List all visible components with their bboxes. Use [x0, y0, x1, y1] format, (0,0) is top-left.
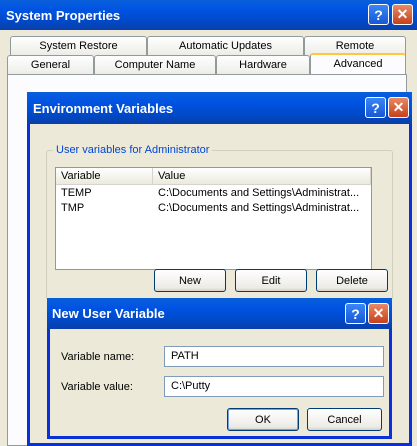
value-cell: C:\Documents and Settings\Administrat... [158, 202, 360, 214]
table-row[interactable]: TEMP C:\Documents and Settings\Administr… [56, 186, 371, 201]
variable-name-field[interactable]: PATH [164, 346, 384, 367]
user-variables-label: User variables for Administrator [53, 144, 213, 156]
user-variables-list[interactable]: Variable Value TEMP C:\Documents and Set… [55, 167, 372, 270]
column-header-variable[interactable]: Variable [56, 168, 153, 185]
system-properties-titlebar[interactable]: System Properties [0, 0, 417, 30]
system-properties-title: System Properties [6, 7, 121, 23]
variable-value-label: Variable value: [61, 381, 133, 393]
close-icon[interactable]: ✕ [392, 4, 413, 25]
new-user-variable-dialog: New User Variable ? ✕ Variable name: PAT… [47, 298, 392, 439]
tab-computer-name[interactable]: Computer Name [94, 55, 216, 75]
new-user-variable-title: New User Variable [52, 306, 165, 321]
tab-advanced[interactable]: Advanced [310, 53, 406, 75]
environment-variables-titlebar[interactable]: Environment Variables [27, 92, 412, 124]
variable-cell: TEMP [61, 187, 92, 199]
help-icon[interactable]: ? [345, 303, 366, 324]
environment-variables-title: Environment Variables [33, 100, 174, 116]
tab-general[interactable]: General [7, 55, 94, 75]
help-icon[interactable]: ? [368, 4, 389, 25]
tab-hardware[interactable]: Hardware [216, 55, 310, 75]
value-cell: C:\Documents and Settings\Administrat... [158, 187, 360, 199]
tab-system-restore[interactable]: System Restore [10, 36, 147, 56]
variable-name-label: Variable name: [61, 351, 135, 363]
table-row[interactable]: TMP C:\Documents and Settings\Administra… [56, 201, 371, 216]
new-user-variable-titlebar[interactable]: New User Variable [47, 298, 392, 329]
tab-automatic-updates[interactable]: Automatic Updates [147, 36, 304, 56]
edit-button[interactable]: Edit [235, 269, 307, 292]
close-icon[interactable]: ✕ [368, 303, 389, 324]
variable-value-field[interactable]: C:\Putty [164, 376, 384, 397]
delete-button[interactable]: Delete [316, 269, 388, 292]
close-icon[interactable]: ✕ [388, 97, 409, 118]
column-header-value[interactable]: Value [153, 168, 371, 185]
help-icon[interactable]: ? [365, 97, 386, 118]
cancel-button[interactable]: Cancel [307, 408, 382, 431]
variable-cell: TMP [61, 202, 85, 214]
ok-button[interactable]: OK [227, 408, 299, 431]
new-button[interactable]: New [154, 269, 226, 292]
